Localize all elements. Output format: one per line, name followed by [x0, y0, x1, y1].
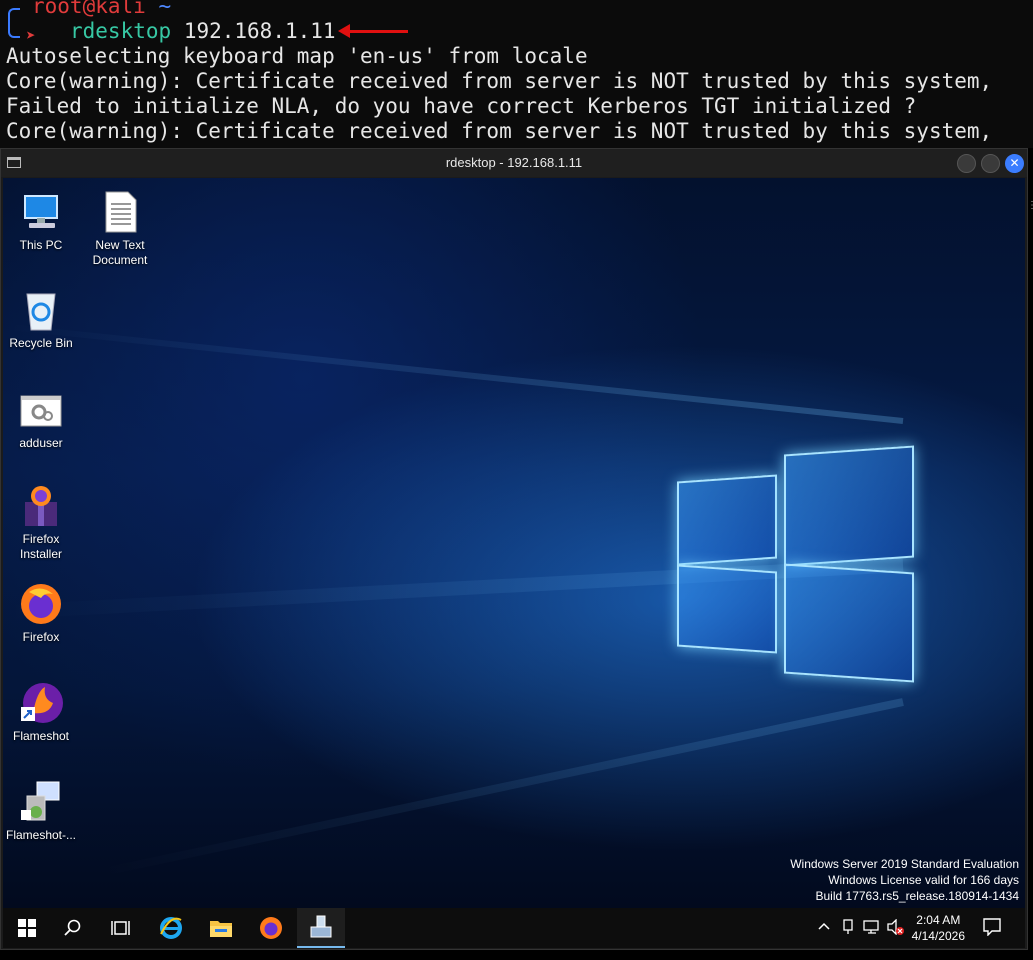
start-button[interactable]	[3, 908, 51, 948]
task-view-icon	[111, 921, 130, 935]
chevron-up-icon	[818, 922, 830, 930]
prompt-host: kali	[95, 0, 146, 18]
search-icon	[64, 919, 81, 936]
taskbar-rdp-app[interactable]	[297, 908, 345, 948]
desktop-icon-label: Recycle Bin	[9, 336, 73, 350]
desktop-icon-new-text-document[interactable]: New Text Document	[80, 190, 160, 268]
windows-logo-pane	[784, 445, 914, 567]
installer-icon	[19, 484, 63, 528]
command-arg: 192.168.1.11	[183, 19, 336, 43]
action-center-button[interactable]	[983, 918, 1001, 939]
prompt-bracket-bottom	[8, 22, 20, 38]
firefox-icon	[19, 582, 63, 626]
watermark-build: Build 17763.rs5_release.180914-1434	[815, 889, 1020, 903]
prompt-dir: ~	[158, 0, 172, 18]
desktop-icon-recycle-bin[interactable]: Recycle Bin	[3, 288, 81, 351]
desktop-icon-label: Firefox Installer	[19, 532, 63, 561]
terminal-output-line: Failed to initialize NLA, do you have co…	[6, 94, 917, 118]
command-line: rdesktop 192.168.1.11	[70, 19, 336, 44]
desktop-icon-adduser[interactable]: adduser	[3, 388, 81, 451]
window-titlebar[interactable]: rdesktop - 192.168.1.11 ✕	[1, 149, 1027, 177]
desktop-icon-label: Flameshot-...	[5, 828, 77, 842]
usb-tray-button[interactable]	[841, 919, 855, 938]
watermark-license: Windows License valid for 166 days	[828, 873, 1019, 887]
desktop-icon-firefox[interactable]: Firefox	[3, 582, 81, 645]
windows-logo-pane	[677, 474, 777, 566]
light-beam	[100, 698, 904, 877]
desktop-icon-label: New Text Document	[92, 238, 148, 267]
annotation-arrow-icon	[338, 24, 408, 38]
flameshot-icon	[19, 681, 63, 725]
recycle-bin-icon	[19, 288, 63, 332]
usb-icon	[843, 919, 853, 934]
show-hidden-icons-button[interactable]	[817, 919, 831, 936]
desktop-icon-flameshot-setup[interactable]: Flameshot-...	[3, 780, 81, 843]
desktop-icon-label: Flameshot	[12, 729, 70, 743]
clock-date: 4/14/2026	[911, 929, 965, 943]
taskbar-file-explorer[interactable]	[197, 908, 245, 948]
desktop-icon-label: This PC	[19, 238, 63, 252]
terminal-output-line: Core(warning): Certificate received from…	[6, 69, 993, 93]
setup-icon	[19, 780, 63, 824]
settings-file-icon	[19, 388, 63, 432]
rdp-app-icon	[310, 915, 332, 938]
search-button[interactable]	[49, 908, 97, 948]
prompt-line: root@kali ~	[32, 0, 171, 19]
desktop-icon-firefox-installer[interactable]: Firefox Installer	[3, 484, 81, 562]
prompt-arrow-icon: ➤	[26, 26, 36, 45]
notification-icon	[983, 918, 1001, 937]
desktop-icon-this-pc[interactable]: This PC	[3, 190, 81, 253]
volume-tray-button[interactable]	[887, 918, 905, 938]
speaker-muted-icon	[887, 918, 904, 936]
text-document-icon	[98, 190, 142, 234]
terminal-output-line: Core(warning): Certificate received from…	[6, 119, 993, 143]
close-button[interactable]: ✕	[1005, 154, 1024, 173]
desktop-icon-label: adduser	[19, 436, 63, 450]
command-name: rdesktop	[70, 19, 172, 43]
minimize-button[interactable]	[957, 154, 976, 173]
taskbar-internet-explorer[interactable]	[147, 908, 195, 948]
terminal[interactable]: root@kali ~ ➤ rdesktop 192.168.1.11 Auto…	[0, 0, 1033, 148]
file-explorer-icon	[210, 921, 232, 937]
network-tray-button[interactable]	[863, 919, 881, 938]
desktop-icon-label: Firefox	[22, 630, 60, 644]
windows-watermark: Windows Server 2019 Standard Evaluation …	[790, 856, 1019, 904]
clock-time: 2:04 AM	[916, 913, 961, 927]
internet-explorer-icon	[160, 917, 182, 939]
rdesktop-window[interactable]: rdesktop - 192.168.1.11 ✕ This PC New Te…	[0, 148, 1028, 950]
task-view-button[interactable]	[97, 908, 145, 948]
window-title: rdesktop - 192.168.1.11	[445, 155, 583, 170]
network-icon	[863, 920, 879, 934]
windows-start-icon	[18, 919, 36, 937]
firefox-icon	[260, 917, 282, 939]
terminal-output-line: Autoselecting keyboard map 'en-us' from …	[6, 44, 588, 68]
desktop-icon-flameshot[interactable]: Flameshot	[3, 681, 81, 744]
windows-logo-pane	[677, 564, 777, 654]
computer-icon	[19, 190, 63, 234]
maximize-button[interactable]	[981, 154, 1000, 173]
prompt-at: @	[82, 0, 96, 18]
light-beam	[7, 323, 904, 424]
windows-logo-pane	[784, 563, 914, 683]
taskbar-firefox[interactable]	[247, 908, 295, 948]
remote-desktop[interactable]: This PC New Text Document Recycle Bin ad…	[3, 178, 1025, 908]
taskbar-clock[interactable]: 2:04 AM 4/14/2026	[912, 912, 965, 944]
prompt-user: root	[32, 0, 83, 18]
taskbar[interactable]: 2:04 AM 4/14/2026	[3, 908, 1025, 948]
watermark-edition: Windows Server 2019 Standard Evaluation	[790, 857, 1019, 871]
